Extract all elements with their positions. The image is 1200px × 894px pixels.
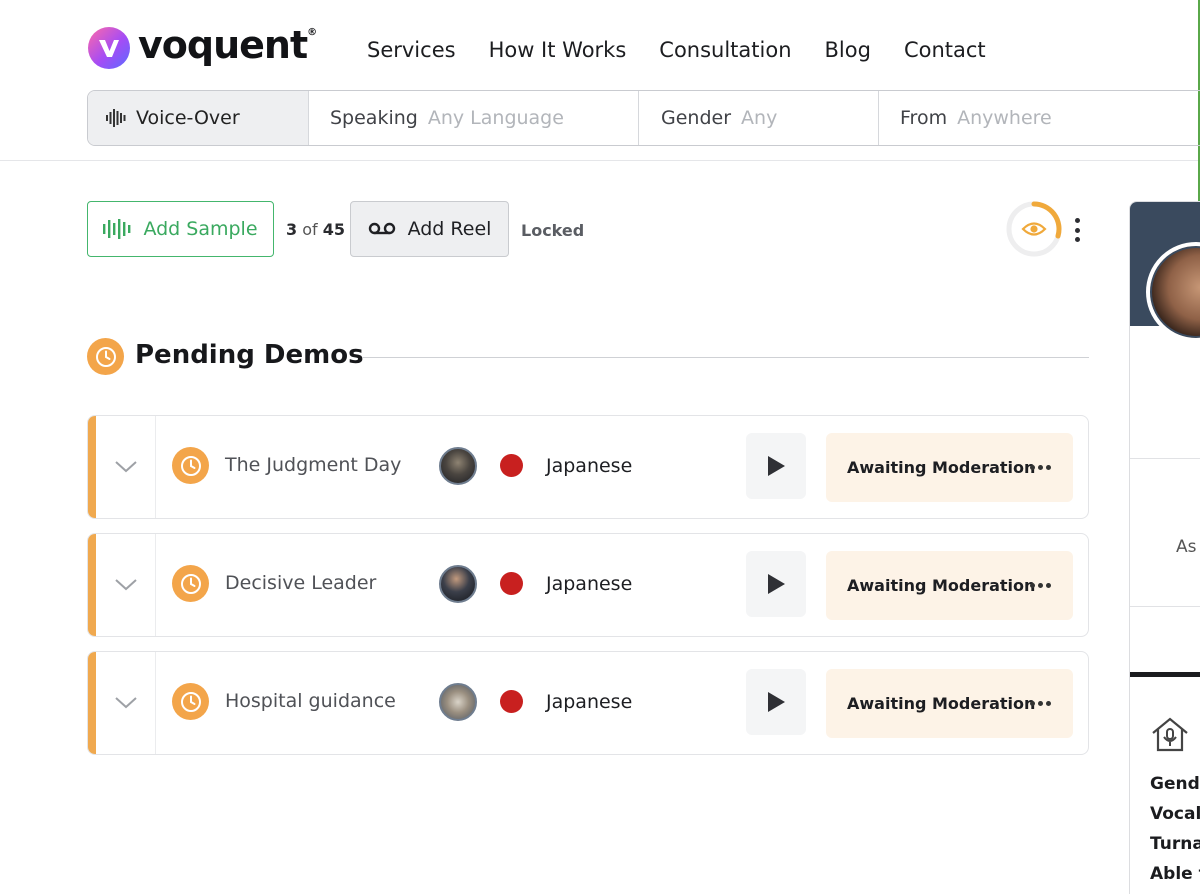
language-filter-value: Any Language (427, 107, 564, 129)
demo-language: Japanese (546, 573, 633, 595)
play-icon (768, 456, 785, 476)
add-sample-button[interactable]: Add Sample (87, 201, 274, 257)
more-options-button[interactable] (1066, 215, 1088, 245)
service-type-label: Voice-Over (136, 107, 240, 129)
clock-icon (87, 338, 124, 375)
waveform-icon (106, 109, 126, 127)
status-text: Awaiting Moderation (847, 458, 1036, 477)
play-icon (768, 574, 785, 594)
demo-row: The Judgment Day Japanese Awaiting Moder… (87, 415, 1089, 519)
profile-attr-able: Able t (1150, 864, 1200, 884)
pending-clock-icon (172, 447, 209, 484)
gender-filter-value: Any (741, 107, 778, 129)
row-accent (88, 534, 96, 636)
status-badge: Awaiting Moderation (826, 669, 1073, 738)
demo-language: Japanese (546, 455, 633, 477)
status-text: Awaiting Moderation (847, 576, 1036, 595)
nav-blog[interactable]: Blog (825, 38, 871, 62)
brand-name: voquent ® (138, 23, 317, 67)
nav-consultation[interactable]: Consultation (659, 38, 791, 62)
pending-clock-icon (172, 565, 209, 602)
chevron-down-icon (114, 579, 137, 591)
demo-row: Decisive Leader Japanese Awaiting Modera… (87, 533, 1089, 637)
japan-flag-icon (500, 690, 523, 713)
demo-thumbnail (439, 683, 477, 721)
chevron-down-icon (114, 461, 137, 473)
nav-services[interactable]: Services (367, 38, 456, 62)
home-studio-icon (1150, 716, 1190, 756)
profile-divider (1130, 458, 1200, 459)
demo-row: Hospital guidance Japanese Awaiting Mode… (87, 651, 1089, 755)
demo-thumbnail (439, 447, 477, 485)
demo-thumbnail (439, 565, 477, 603)
header-divider (0, 160, 1198, 161)
section-divider (362, 357, 1089, 358)
row-more-button[interactable] (1027, 701, 1051, 706)
chevron-down-icon (114, 697, 137, 709)
demo-language: Japanese (546, 691, 633, 713)
section-title: Pending Demos (135, 340, 364, 370)
profile-thick-divider (1130, 672, 1200, 677)
gender-filter-label: Gender (661, 107, 732, 129)
add-reel-button[interactable]: Add Reel (350, 201, 509, 257)
status-badge: Awaiting Moderation (826, 551, 1073, 620)
japan-flag-icon (500, 454, 523, 477)
logo-mark-icon (88, 27, 130, 69)
expand-row-button[interactable] (96, 652, 156, 754)
gender-filter[interactable]: Gender Any (639, 91, 879, 145)
play-button[interactable] (746, 669, 806, 735)
expand-row-button[interactable] (96, 416, 156, 518)
nav-how-it-works[interactable]: How It Works (489, 38, 627, 62)
search-filter-bar: Voice-Over Speaking Any Language Gender … (87, 90, 1200, 146)
add-reel-label: Add Reel (407, 218, 492, 240)
profile-attr-vocal: Vocal (1150, 804, 1200, 824)
main-nav: Services How It Works Consultation Blog … (367, 38, 1019, 62)
location-filter[interactable]: From Anywhere (879, 91, 1200, 145)
pending-clock-icon (172, 683, 209, 720)
status-text: Awaiting Moderation (847, 694, 1036, 713)
row-more-button[interactable] (1027, 465, 1051, 470)
location-filter-value: Anywhere (957, 107, 1052, 129)
row-accent (88, 652, 96, 754)
demo-title[interactable]: Decisive Leader (225, 572, 376, 594)
reel-locked-status: Locked (521, 221, 585, 240)
japan-flag-icon (500, 572, 523, 595)
play-button[interactable] (746, 551, 806, 617)
profile-attr-gender: Gend (1150, 774, 1200, 794)
demo-title[interactable]: The Judgment Day (225, 454, 401, 476)
play-button[interactable] (746, 433, 806, 499)
row-more-button[interactable] (1027, 583, 1051, 588)
brand-logo[interactable]: voquent ® (88, 23, 317, 70)
profile-attr-turnaround: Turna (1150, 834, 1200, 854)
waveform-icon (103, 219, 131, 239)
service-type-selector[interactable]: Voice-Over (88, 91, 309, 145)
profile-card: As Gend Vocal Turna Able t (1129, 201, 1200, 894)
profile-partial-text: As (1176, 537, 1197, 557)
sample-count: 3 of 45 (286, 220, 346, 239)
language-filter[interactable]: Speaking Any Language (309, 91, 639, 145)
eye-icon (1021, 222, 1047, 236)
status-badge: Awaiting Moderation (826, 433, 1073, 502)
row-accent (88, 416, 96, 518)
visibility-toggle[interactable] (1006, 201, 1062, 257)
play-icon (768, 692, 785, 712)
location-filter-label: From (900, 107, 948, 129)
demo-title[interactable]: Hospital guidance (225, 690, 396, 712)
expand-row-button[interactable] (96, 534, 156, 636)
nav-contact[interactable]: Contact (904, 38, 986, 62)
add-sample-label: Add Sample (143, 218, 258, 240)
profile-divider (1130, 606, 1200, 607)
voicemail-icon (368, 222, 395, 235)
language-filter-label: Speaking (330, 107, 418, 129)
